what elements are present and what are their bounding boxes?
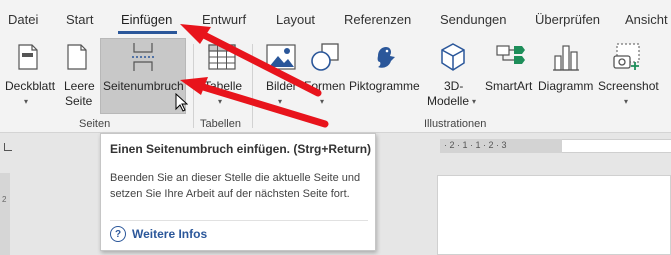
smartart-label: SmartArt — [485, 79, 533, 93]
active-tab-indicator — [118, 31, 177, 34]
shapes-icon — [311, 43, 339, 71]
group-divider — [193, 44, 194, 128]
tab-stop-selector[interactable] — [4, 143, 12, 151]
group-label-illustrationen: Illustrationen — [424, 118, 487, 130]
page-break-icon — [132, 43, 154, 71]
screenshot-icon — [613, 43, 640, 70]
tab-start[interactable]: Start — [66, 12, 93, 27]
table-icon — [208, 44, 236, 70]
chevron-down-icon: ▾ — [24, 97, 29, 106]
3d-label: 3D- — [444, 79, 464, 93]
diagramm-button[interactable]: Diagramm — [538, 38, 594, 114]
cursor-icon — [175, 93, 188, 112]
bilder-button[interactable]: Bilder ▾ — [260, 38, 302, 114]
chevron-down-icon: ▾ — [278, 97, 283, 106]
weitere-infos-link[interactable]: ? Weitere Infos — [110, 225, 207, 243]
smartart-button[interactable]: SmartArt — [484, 38, 538, 114]
screenshot-button[interactable]: Screenshot ▾ — [596, 38, 662, 114]
icons-icon — [377, 47, 395, 68]
deckblatt-label: Deckblatt — [5, 79, 56, 93]
weitere-infos-label: Weitere Infos — [132, 227, 208, 241]
ribbon-insert: Deckblatt ▾ Leere Seite Seitenumbruch Se… — [0, 38, 671, 133]
horizontal-ruler-labels: · 2 · 1 · 1 · 2 · 3 — [444, 140, 507, 150]
tab-ansicht[interactable]: Ansicht — [625, 12, 668, 27]
smartart-icon — [496, 45, 525, 64]
tab-layout[interactable]: Layout — [276, 12, 315, 27]
seitenumbruch-button[interactable]: Seitenumbruch — [100, 38, 188, 114]
3d-modelle-button[interactable]: 3D- Modelle ▾ — [424, 38, 482, 114]
diagramm-label: Diagramm — [538, 79, 594, 93]
seite-label: Seite — [65, 94, 93, 108]
tab-entwurf[interactable]: Entwurf — [202, 12, 246, 27]
group-divider — [252, 44, 253, 128]
tab-referenzen[interactable]: Referenzen — [344, 12, 411, 27]
piktogramme-button[interactable]: Piktogramme — [346, 38, 424, 114]
leere-seite-button[interactable]: Leere Seite — [58, 38, 98, 114]
seitenumbruch-tooltip: Einen Seitenumbruch einfügen. (Strg+Retu… — [100, 133, 376, 251]
tabelle-label: Tabelle — [204, 79, 243, 93]
screenshot-label: Screenshot — [598, 79, 659, 93]
tab-datei[interactable]: Datei — [8, 12, 38, 27]
tooltip-description: Beenden Sie an dieser Stelle die aktuell… — [110, 172, 361, 200]
vertical-ruler-label: 2 — [2, 195, 7, 204]
vertical-ruler[interactable]: 2 — [0, 173, 10, 255]
chart-icon — [553, 45, 579, 71]
seitenumbruch-label: Seitenumbruch — [103, 79, 184, 93]
document-page[interactable] — [437, 175, 671, 255]
tooltip-title: Einen Seitenumbruch einfügen. (Strg+Retu… — [110, 142, 372, 156]
tab-einfuegen[interactable]: Einfügen — [121, 12, 172, 27]
tooltip-divider — [110, 220, 368, 221]
chevron-down-icon: ▾ — [218, 97, 223, 106]
blank-page-icon — [67, 44, 87, 70]
chevron-down-icon: ▾ — [624, 97, 629, 106]
chevron-down-icon: ▾ — [320, 97, 325, 106]
ribbon-tab-bar: Datei Start Einfügen Entwurf Layout Refe… — [0, 0, 671, 38]
tabelle-button[interactable]: Tabelle ▾ — [198, 38, 246, 114]
modelle-label: Modelle — [427, 94, 470, 108]
formen-button[interactable]: Formen ▾ — [302, 38, 346, 114]
help-icon: ? — [110, 226, 126, 242]
cover-page-icon — [18, 44, 38, 70]
pictures-icon — [266, 44, 296, 70]
group-label-tabellen: Tabellen — [200, 118, 241, 130]
3d-models-icon — [441, 43, 465, 71]
bilder-label: Bilder — [266, 79, 297, 93]
group-label-seiten: Seiten — [79, 118, 111, 130]
chevron-down-icon: ▾ — [472, 97, 477, 106]
tab-sendungen[interactable]: Sendungen — [440, 12, 507, 27]
leere-label: Leere — [64, 79, 95, 93]
deckblatt-button[interactable]: Deckblatt ▾ — [2, 38, 56, 114]
tab-ueberpruefen[interactable]: Überprüfen — [535, 12, 600, 27]
formen-label: Formen — [304, 79, 346, 93]
piktogramme-label: Piktogramme — [349, 79, 420, 93]
